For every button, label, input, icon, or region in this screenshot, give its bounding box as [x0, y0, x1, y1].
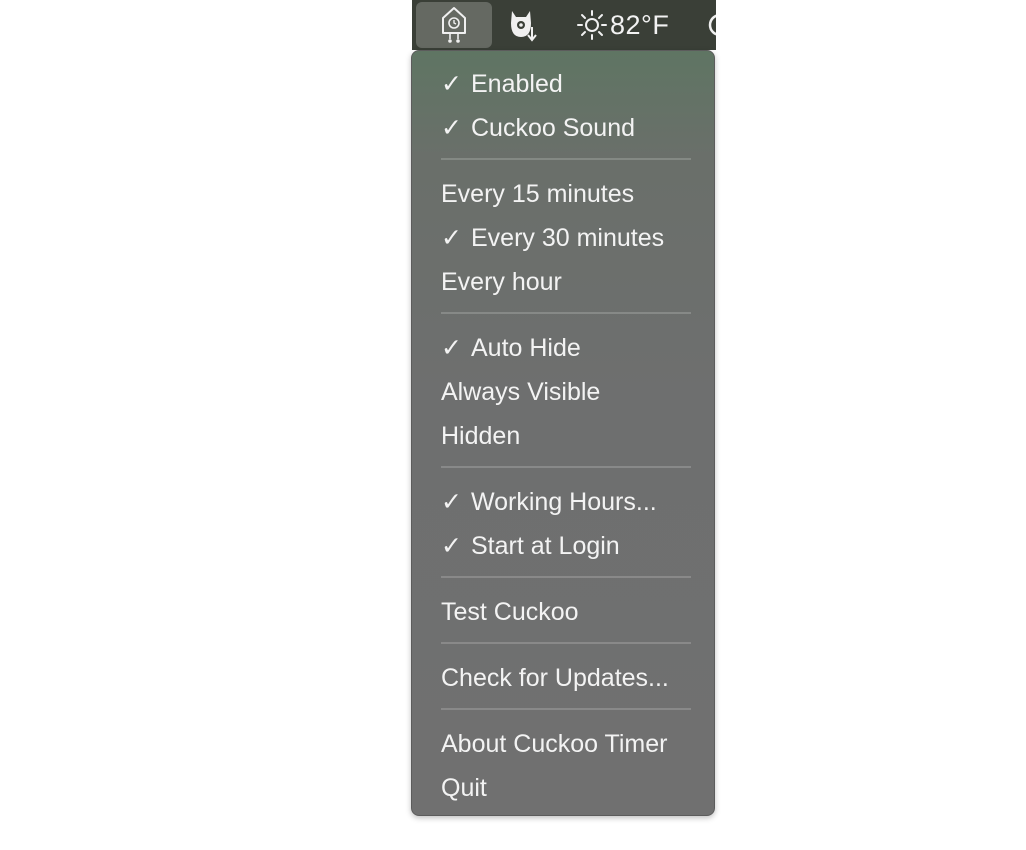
- menu-item-label: Hidden: [441, 421, 521, 450]
- menu-separator: [441, 708, 691, 710]
- menu-item-label: About Cuckoo Timer: [441, 729, 668, 758]
- menu-item-label: Test Cuckoo: [441, 597, 579, 626]
- weather-temperature[interactable]: 82°F: [610, 0, 674, 50]
- menu-item-test-cuckoo[interactable]: Test Cuckoo: [441, 592, 703, 632]
- menu-item-label: Auto Hide: [471, 333, 581, 362]
- menu-bar: 82°F: [412, 0, 716, 50]
- menu-separator: [441, 642, 691, 644]
- cuckoo-timer-menu: ✓ Enabled ✓ Cuckoo Sound Every 15 minutes …: [411, 50, 715, 816]
- menu-item-label: Always Visible: [441, 377, 601, 406]
- sun-icon-graphic: [577, 10, 607, 40]
- menu-separator: [441, 312, 691, 314]
- checkmark-icon: ✓: [441, 224, 462, 252]
- checkmark-icon: ✓: [441, 488, 462, 516]
- menu-item-label: Check for Updates...: [441, 663, 669, 692]
- menu-separator: [441, 576, 691, 578]
- cat-download-icon-graphic: [511, 11, 537, 42]
- menu-item-quit[interactable]: Quit: [441, 768, 703, 808]
- menu-separator: [441, 466, 691, 468]
- menu-item-about[interactable]: About Cuckoo Timer: [441, 724, 703, 764]
- menu-item-always-visible[interactable]: Always Visible: [441, 372, 703, 412]
- menu-separator: [441, 158, 691, 160]
- cat-download-icon[interactable]: [504, 0, 540, 50]
- menu-item-label: Enabled: [471, 69, 563, 98]
- menu-item-enabled[interactable]: ✓ Enabled: [441, 64, 703, 104]
- menu-item-every-30-minutes[interactable]: ✓ Every 30 minutes: [441, 218, 703, 258]
- menu-item-every-hour[interactable]: Every hour: [441, 262, 703, 302]
- menu-item-label: Every 15 minutes: [441, 179, 635, 208]
- partial-status-icon[interactable]: [706, 0, 716, 50]
- cuckoo-clock-icon-graphic: [442, 7, 466, 43]
- menu-item-check-for-updates[interactable]: Check for Updates...: [441, 658, 703, 698]
- menu-item-label: Every 30 minutes: [471, 223, 665, 252]
- partial-status-icon-graphic: [708, 14, 716, 36]
- menu-item-label: Every hour: [441, 267, 562, 296]
- checkmark-icon: ✓: [441, 532, 462, 560]
- checkmark-icon: ✓: [441, 334, 462, 362]
- menu-item-working-hours[interactable]: ✓ Working Hours...: [441, 482, 703, 522]
- menu-item-label: Start at Login: [471, 531, 620, 560]
- menu-item-hidden[interactable]: Hidden: [441, 416, 703, 456]
- menu-item-every-15-minutes[interactable]: Every 15 minutes: [441, 174, 703, 214]
- menu-item-label: Cuckoo Sound: [471, 113, 636, 142]
- checkmark-icon: ✓: [441, 114, 462, 142]
- sun-icon[interactable]: [572, 0, 612, 50]
- checkmark-icon: ✓: [441, 70, 462, 98]
- menu-item-auto-hide[interactable]: ✓ Auto Hide: [441, 328, 703, 368]
- menu-item-label: Working Hours...: [471, 487, 657, 516]
- menu-item-cuckoo-sound[interactable]: ✓ Cuckoo Sound: [441, 108, 703, 148]
- menu-item-start-at-login[interactable]: ✓ Start at Login: [441, 526, 703, 566]
- menu-item-label: Quit: [441, 773, 487, 802]
- cuckoo-clock-icon[interactable]: [434, 0, 474, 50]
